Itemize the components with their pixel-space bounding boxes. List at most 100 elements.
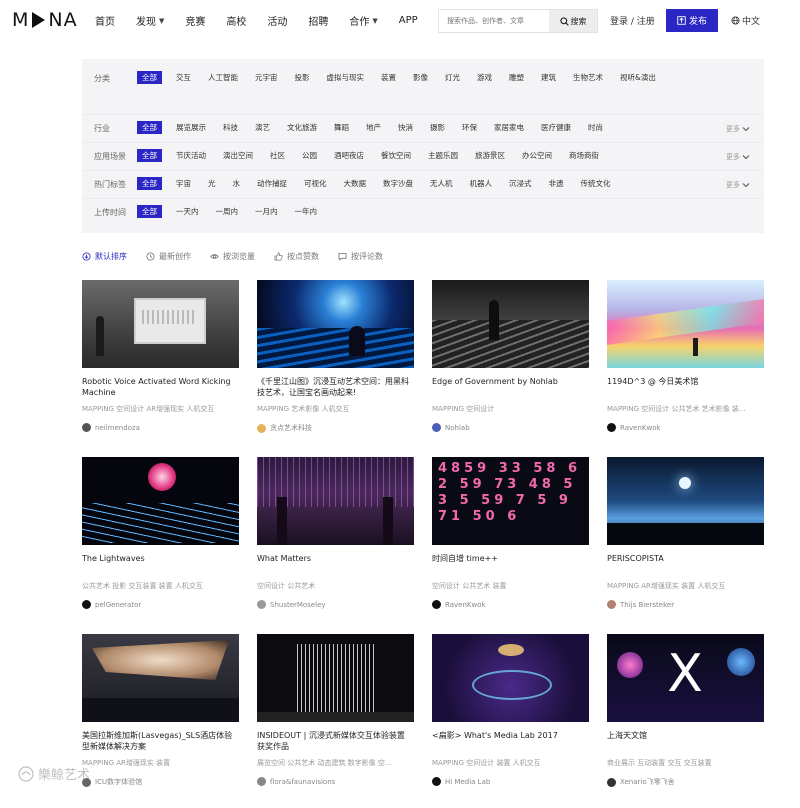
filter-tag[interactable]: 办公空间: [522, 149, 552, 162]
filter-tag[interactable]: 一天内: [176, 205, 199, 218]
work-thumbnail[interactable]: [257, 634, 414, 722]
work-thumbnail[interactable]: [257, 457, 414, 545]
filter-tag[interactable]: 机器人: [470, 177, 493, 190]
filter-tag[interactable]: 影像: [413, 71, 428, 84]
work-author[interactable]: RavenKwok: [607, 423, 764, 432]
language-switch[interactable]: 中文: [731, 14, 760, 27]
work-title[interactable]: What Matters: [257, 553, 414, 577]
filter-tag[interactable]: 沉浸式: [509, 177, 532, 190]
work-card[interactable]: 1194D^3 @ 今日美术馆 MAPPING 空间设计 公共艺术 艺术影像 装.…: [607, 280, 764, 432]
work-thumbnail[interactable]: [607, 280, 764, 368]
filter-tag[interactable]: 光: [208, 177, 216, 190]
work-title[interactable]: Edge of Government by Nohlab: [432, 376, 589, 400]
filter-tag[interactable]: 宇宙: [176, 177, 191, 190]
sort-option[interactable]: 默认排序: [82, 251, 127, 262]
filter-more-button[interactable]: 更多: [726, 152, 750, 162]
work-thumbnail[interactable]: 4859 33 58 6 2 59 73 48 53 5 59 7 5 9 71…: [432, 457, 589, 545]
filter-tag[interactable]: 餐饮空间: [381, 149, 411, 162]
work-author[interactable]: ShusterMoseley: [257, 600, 414, 609]
nav-item-2[interactable]: 竞赛: [185, 13, 205, 28]
filter-tag[interactable]: 一月内: [255, 205, 278, 218]
filter-tag[interactable]: 环保: [462, 121, 477, 134]
work-title[interactable]: 上海天文馆: [607, 730, 764, 754]
nav-item-7[interactable]: APP: [399, 13, 418, 28]
work-title[interactable]: 时间自增 time++: [432, 553, 589, 577]
work-card[interactable]: Edge of Government by Nohlab MAPPING 空间设计…: [432, 280, 589, 432]
filter-tag[interactable]: 展览展示: [176, 121, 206, 134]
filter-tag[interactable]: 投影: [295, 71, 310, 84]
work-thumbnail[interactable]: [432, 280, 589, 368]
work-card[interactable]: 4859 33 58 6 2 59 73 48 53 5 59 7 5 9 71…: [432, 457, 589, 609]
filter-tag[interactable]: 可视化: [304, 177, 327, 190]
sort-option[interactable]: 按点赞数: [274, 251, 319, 262]
filter-tag[interactable]: 动作捕捉: [257, 177, 287, 190]
work-card[interactable]: 《千里江山图》沉浸互动艺术空间：用黑科技艺术，让国宝名画动起来! MAPPING …: [257, 280, 414, 433]
work-title[interactable]: The Lightwaves: [82, 553, 239, 577]
filter-tag[interactable]: 交互: [176, 71, 191, 84]
filter-tag[interactable]: 虚拟与现实: [327, 71, 365, 84]
filter-tag[interactable]: 主题乐园: [428, 149, 458, 162]
filter-tag[interactable]: 快消: [398, 121, 413, 134]
work-card[interactable]: What Matters 空间设计 公共艺术 ShusterMoseley: [257, 457, 414, 609]
filter-tag[interactable]: 公园: [302, 149, 317, 162]
work-thumbnail[interactable]: [607, 457, 764, 545]
nav-item-5[interactable]: 招聘: [308, 13, 328, 28]
work-author[interactable]: 贪点艺术科技: [257, 423, 414, 433]
filter-tag[interactable]: 装置: [381, 71, 396, 84]
filter-tag[interactable]: 酒吧夜店: [334, 149, 364, 162]
filter-more-button[interactable]: 更多: [726, 180, 750, 190]
filter-tag[interactable]: 节庆活动: [176, 149, 206, 162]
filter-tag[interactable]: 家居家电: [494, 121, 524, 134]
work-author[interactable]: pelGenerator: [82, 600, 239, 609]
publish-button[interactable]: 发布: [666, 9, 718, 32]
filter-tag[interactable]: 摄影: [430, 121, 445, 134]
filter-tag[interactable]: 一年内: [295, 205, 318, 218]
work-card[interactable]: Robotic Voice Activated Word Kicking Mac…: [82, 280, 239, 432]
sort-option[interactable]: 最新创作: [146, 251, 191, 262]
login-link[interactable]: 登录 / 注册: [610, 14, 655, 27]
nav-item-0[interactable]: 首页: [95, 13, 115, 28]
search-input[interactable]: [439, 10, 549, 32]
work-thumbnail[interactable]: [82, 457, 239, 545]
filter-tag[interactable]: 人工智能: [208, 71, 238, 84]
filter-tag[interactable]: 旅游景区: [475, 149, 505, 162]
search-button[interactable]: 搜索: [549, 10, 597, 32]
filter-tag[interactable]: 建筑: [541, 71, 556, 84]
work-title[interactable]: 《千里江山图》沉浸互动艺术空间：用黑科技艺术，让国宝名画动起来!: [257, 376, 414, 400]
work-card[interactable]: <扁影> What's Media Lab 2017 MAPPING 空间设计 装…: [432, 634, 589, 786]
work-author[interactable]: Hi Media Lab: [432, 777, 589, 786]
filter-tag[interactable]: 数字沙盘: [383, 177, 413, 190]
work-thumbnail[interactable]: [432, 634, 589, 722]
filter-tag[interactable]: 灯光: [445, 71, 460, 84]
filter-tag[interactable]: 雕塑: [509, 71, 524, 84]
filter-tag[interactable]: 科技: [223, 121, 238, 134]
nav-item-3[interactable]: 高校: [226, 13, 246, 28]
work-title[interactable]: PERISCOPISTA: [607, 553, 764, 577]
filter-tag[interactable]: 文化旅游: [287, 121, 317, 134]
work-author[interactable]: flora&faunavisions: [257, 777, 414, 786]
sort-option[interactable]: 按评论数: [338, 251, 383, 262]
filter-tag[interactable]: 水: [233, 177, 241, 190]
work-card[interactable]: The Lightwaves 公共艺术 投影 交互装置 装置 人机交互 pelGen…: [82, 457, 239, 609]
filter-tag[interactable]: 地产: [366, 121, 381, 134]
work-author[interactable]: RavenKwok: [432, 600, 589, 609]
filter-tag[interactable]: 大数据: [344, 177, 367, 190]
filter-tag[interactable]: 舞蹈: [334, 121, 349, 134]
work-author[interactable]: Nohlab: [432, 423, 589, 432]
work-title[interactable]: INSIDEOUT | 沉浸式新媒体交互体验装置 获奖作品: [257, 730, 414, 754]
nav-item-6[interactable]: 合作 ▼: [349, 13, 377, 29]
filter-tag[interactable]: 传统文化: [581, 177, 611, 190]
filter-tag[interactable]: 演出空间: [223, 149, 253, 162]
work-title[interactable]: <扁影> What's Media Lab 2017: [432, 730, 589, 754]
work-author[interactable]: Thijs Biersteker: [607, 600, 764, 609]
sort-option[interactable]: 按浏览量: [210, 251, 255, 262]
filter-tag[interactable]: 全部: [137, 71, 162, 84]
work-card[interactable]: 美国拉斯维加斯(Lasvegas)_SLS酒店体验型新媒体解决方案 MAPPING…: [82, 634, 239, 787]
filter-tag[interactable]: 全部: [137, 149, 162, 162]
nav-item-1[interactable]: 发现 ▼: [136, 13, 164, 29]
filter-tag[interactable]: 非遗: [549, 177, 564, 190]
filter-tag[interactable]: 全部: [137, 177, 162, 190]
filter-tag[interactable]: 全部: [137, 121, 162, 134]
work-author[interactable]: neilmendoza: [82, 423, 239, 432]
filter-tag[interactable]: 商场商街: [569, 149, 599, 162]
